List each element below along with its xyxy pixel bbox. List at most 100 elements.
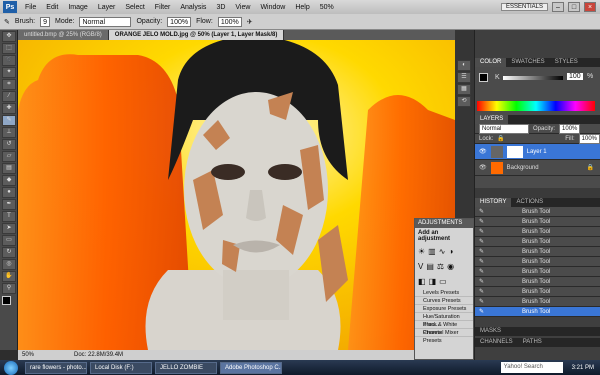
crop-tool-icon[interactable]: ⌗ <box>2 79 16 90</box>
status-zoom[interactable]: 50% <box>22 350 34 360</box>
gradient-map-icon[interactable]: ▭ <box>439 277 447 286</box>
layer-row[interactable]: 👁 Background 🔒 <box>475 160 600 176</box>
history-item[interactable]: ✎ Brush Tool <box>475 237 600 247</box>
menu-edit[interactable]: Edit <box>41 4 63 11</box>
balance-icon[interactable]: ⚖ <box>437 262 444 271</box>
close-button[interactable]: × <box>584 2 596 12</box>
flow-field[interactable]: 100% <box>217 16 242 27</box>
menu-3d[interactable]: 3D <box>211 4 230 11</box>
curves-icon[interactable]: ∿ <box>439 247 446 256</box>
history-item[interactable]: ✎ Brush Tool <box>475 297 600 307</box>
3d-rotate-tool-icon[interactable]: ↻ <box>2 247 16 258</box>
brightness-icon[interactable]: ☀ <box>418 247 425 256</box>
history-item[interactable]: ✎ Brush Tool <box>475 257 600 267</box>
visibility-eye-icon[interactable]: 👁 <box>479 164 487 171</box>
tab-paths[interactable]: PATHS <box>518 338 547 347</box>
invert-icon[interactable]: ◧ <box>418 277 426 286</box>
brush-tool-icon[interactable]: ✎ <box>2 115 16 126</box>
pen-tool-icon[interactable]: ✒ <box>2 199 16 210</box>
k-value[interactable]: 100 <box>567 73 583 80</box>
taskbar-item-active[interactable]: Adobe Photoshop C... <box>220 361 282 374</box>
marquee-tool-icon[interactable]: ⬚ <box>2 43 16 54</box>
tab-orange-jelo[interactable]: ORANGE JELO MOLD.jpg @ 50% (Layer 1, Lay… <box>108 30 285 40</box>
history-item[interactable]: ✎ Brush Tool <box>475 247 600 257</box>
menu-select[interactable]: Select <box>120 4 149 11</box>
stamp-tool-icon[interactable]: ⊥ <box>2 127 16 138</box>
zoom-level[interactable]: 50% <box>315 4 339 11</box>
exposure-icon[interactable]: ◑ <box>448 247 453 256</box>
layer-name[interactable]: Layer 1 <box>527 149 547 155</box>
workspace-switcher[interactable]: ESSENTIALS <box>500 3 548 11</box>
taskbar-item[interactable]: Local Disk (F:) <box>90 361 152 374</box>
tab-channels[interactable]: CHANNELS <box>475 338 518 347</box>
path-select-tool-icon[interactable]: ➤ <box>2 223 16 234</box>
taskbar-clock[interactable]: 3:21 PM <box>566 365 600 371</box>
menu-window[interactable]: Window <box>255 4 290 11</box>
eraser-tool-icon[interactable]: ▱ <box>2 151 16 162</box>
layer-name[interactable]: Background <box>507 165 539 171</box>
fg-color-chip[interactable] <box>479 73 488 82</box>
preset-item[interactable]: Black & White Presets <box>415 321 473 336</box>
history-panel-icon[interactable]: ⟲ <box>457 96 471 107</box>
tab-swatches[interactable]: SWATCHES <box>506 58 549 67</box>
menu-image[interactable]: Image <box>63 4 92 11</box>
tab-actions[interactable]: ACTIONS <box>511 198 548 207</box>
shape-tool-icon[interactable]: ▭ <box>2 235 16 246</box>
opacity-field[interactable]: 100% <box>167 16 192 27</box>
start-button[interactable] <box>4 360 18 375</box>
adjust-panel-icon[interactable]: ☰ <box>457 72 471 83</box>
preset-item[interactable]: Levels Presets <box>415 289 473 297</box>
airbrush-icon[interactable]: ✈ <box>247 18 253 26</box>
color-swatches[interactable] <box>2 296 15 312</box>
tab-color[interactable]: COLOR <box>475 58 507 67</box>
dodge-tool-icon[interactable]: ● <box>2 187 16 198</box>
color-panel-icon[interactable]: ◐ <box>457 60 471 71</box>
foreground-color-swatch[interactable] <box>2 296 11 305</box>
fill-field[interactable]: 100% <box>578 133 600 144</box>
menu-analysis[interactable]: Analysis <box>175 4 211 11</box>
hand-tool-icon[interactable]: ✋ <box>2 271 16 282</box>
tab-masks[interactable]: MASKS <box>475 327 506 336</box>
move-tool-icon[interactable]: ✥ <box>2 31 16 42</box>
menu-layer[interactable]: Layer <box>93 4 121 11</box>
type-tool-icon[interactable]: T <box>2 211 16 222</box>
blur-tool-icon[interactable]: ◆ <box>2 175 16 186</box>
gradient-tool-icon[interactable]: ▤ <box>2 163 16 174</box>
layer-row[interactable]: 👁 Layer 1 <box>475 144 600 160</box>
lock-icon[interactable]: 🔒 <box>497 135 504 142</box>
layers-panel-icon[interactable]: ▦ <box>457 84 471 95</box>
threshold-icon[interactable]: ◨ <box>429 277 437 286</box>
preset-item[interactable]: Exposure Presets <box>415 305 473 313</box>
taskbar-search[interactable]: Yahoo! Search <box>500 362 563 373</box>
history-item[interactable]: ✎ Brush Tool <box>475 227 600 237</box>
tab-styles[interactable]: STYLES <box>550 58 583 67</box>
3d-orbit-tool-icon[interactable]: ◎ <box>2 259 16 270</box>
k-slider[interactable] <box>503 76 563 80</box>
history-item[interactable]: ✎ Brush Tool <box>475 287 600 297</box>
tab-untitled[interactable]: untitled.bmp @ 25% (RGB/8) <box>18 30 109 40</box>
zoom-tool-icon[interactable]: ⚲ <box>2 283 16 294</box>
preset-item[interactable]: Curves Presets <box>415 297 473 305</box>
color-ramp[interactable] <box>477 101 595 111</box>
menu-file[interactable]: File <box>20 4 41 11</box>
history-item[interactable]: ✎ Brush Tool <box>475 267 600 277</box>
brush-tool-icon[interactable]: ✎ <box>4 18 10 26</box>
tab-history[interactable]: HISTORY <box>475 198 512 207</box>
visibility-eye-icon[interactable]: 👁 <box>479 148 487 155</box>
quick-select-tool-icon[interactable]: ✦ <box>2 67 16 78</box>
taskbar-item[interactable]: JELLO ZOMBIE <box>155 361 217 374</box>
minimize-button[interactable]: – <box>552 2 564 12</box>
eyedropper-tool-icon[interactable]: ⁄ <box>2 91 16 102</box>
healing-tool-icon[interactable]: ✚ <box>2 103 16 114</box>
history-brush-tool-icon[interactable]: ↺ <box>2 139 16 150</box>
history-item[interactable]: ✎ Brush Tool <box>475 207 600 217</box>
hue-icon[interactable]: ▤ <box>426 262 434 271</box>
layer-opacity-field[interactable]: 100% <box>559 123 581 134</box>
preset-item[interactable]: Channel Mixer Presets <box>415 329 473 344</box>
layer-mask-thumbnail[interactable] <box>506 145 523 158</box>
blend-mode-select[interactable]: Normal <box>479 123 529 134</box>
levels-icon[interactable]: ▥ <box>428 247 436 256</box>
taskbar-item[interactable]: rare flowers - photo... <box>25 361 87 374</box>
photo-filter-icon[interactable]: ◉ <box>447 262 454 271</box>
maximize-button[interactable]: □ <box>568 2 580 12</box>
